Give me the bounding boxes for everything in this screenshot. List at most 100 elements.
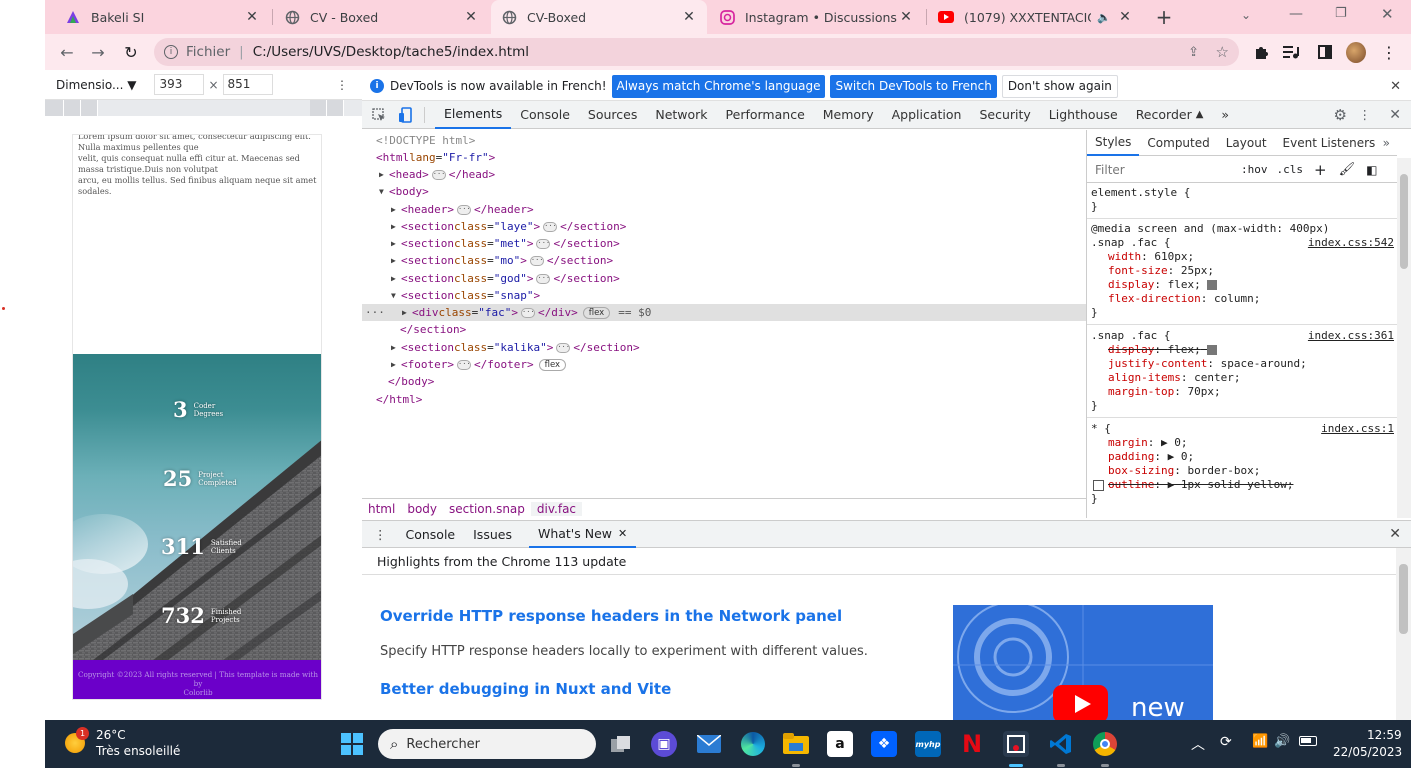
windows-start-icon[interactable] [341, 733, 363, 755]
tab-elements[interactable]: Elements [435, 101, 512, 129]
flex-badge[interactable]: flex [582, 306, 611, 319]
dom-section-kalika[interactable]: ▶ <section class = "kalika" > ··· </section> [391, 339, 640, 356]
dom-div-fac-selected[interactable]: ··· ▶ <div class = "fac" > ··· </div> flex == $0 [362, 304, 1086, 321]
source-link[interactable]: index.css:542 [1308, 236, 1394, 250]
tab-instagram[interactable]: Instagram • Discussions ✕ [709, 0, 924, 34]
tab-close-icon[interactable]: ✕ [1117, 9, 1133, 25]
close-window-icon[interactable]: ✕ [1381, 5, 1394, 23]
tab-application[interactable]: Application [883, 101, 971, 129]
close-devtools-icon[interactable]: ✕ [1389, 107, 1401, 123]
minimize-icon[interactable]: — [1289, 6, 1303, 22]
rule-universal[interactable]: * {index.css:1 margin: ▶ 0; padding: ▶ 0… [1087, 420, 1397, 510]
drawer-menu-icon[interactable]: ⋮ [374, 527, 387, 542]
tab-bakeli[interactable]: Bakeli SI ✕ [55, 0, 270, 34]
flex-editor-icon[interactable] [1207, 345, 1218, 355]
info-icon[interactable]: i [164, 45, 178, 59]
mail-icon[interactable] [696, 731, 722, 757]
share-icon[interactable]: ⇪ [1188, 45, 1199, 60]
dom-html-node[interactable]: <html lang = "Fr-fr" > [376, 149, 495, 166]
dropbox-icon[interactable]: ❖ [871, 731, 897, 757]
new-rule-plus-icon[interactable]: + [1314, 161, 1327, 179]
wifi-icon[interactable]: 📶 [1252, 734, 1268, 749]
rule-snap-fac[interactable]: .snap .fac {index.css:361 display: flex;… [1087, 327, 1397, 418]
netflix-icon[interactable]: N [959, 730, 985, 758]
dom-section-god[interactable]: ▶ <section class = "god" > ··· </section> [391, 270, 620, 287]
tab-youtube[interactable]: (1079) XXXTENTACION & 🔈 ✕ [928, 0, 1143, 34]
toggle-sidebar-icon[interactable]: ◧ [1366, 163, 1377, 177]
tab-close-icon[interactable]: ✕ [244, 9, 260, 25]
back-arrow-icon[interactable]: ← [57, 42, 77, 62]
dom-footer-node[interactable]: ▶ <footer> ··· </footer> flex [391, 356, 567, 373]
chrome-icon[interactable] [1092, 731, 1118, 757]
tab-close-icon[interactable]: ✕ [681, 9, 697, 25]
height-input[interactable]: 851 [222, 74, 273, 95]
tab-layout[interactable]: Layout [1218, 130, 1275, 156]
task-view-icon[interactable] [608, 731, 634, 757]
clock-date[interactable]: 22/05/2023 [1333, 745, 1402, 759]
dom-tree[interactable]: <!DOCTYPE html> <html lang = "Fr-fr" > ▶ <he… [362, 130, 1086, 496]
dom-section-laye[interactable]: ▶ <section class = "laye" > ··· </section> [391, 218, 626, 235]
dimensions-select[interactable]: Dimensio... ▼ [56, 78, 136, 92]
flex-badge[interactable]: flex [538, 358, 567, 371]
breadcrumb-section-snap[interactable]: section.snap [443, 502, 531, 516]
flex-editor-icon[interactable] [1207, 280, 1218, 290]
devtools-menu-icon[interactable]: ⋮ [1359, 107, 1372, 122]
source-link[interactable]: index.css:361 [1308, 329, 1394, 343]
tab-close-icon[interactable]: ✕ [898, 9, 914, 25]
tab-styles[interactable]: Styles [1087, 130, 1140, 156]
footer-colorlib-link[interactable]: Colorlib [73, 688, 321, 697]
volume-icon[interactable]: 🔊 [1274, 734, 1290, 749]
dom-body-end[interactable]: </body> [388, 373, 434, 390]
tab-search-chevron-icon[interactable]: ⌄ [1241, 8, 1251, 22]
tab-cv-boxed[interactable]: CV - Boxed ✕ [274, 0, 489, 34]
settings-gear-icon[interactable]: ⚙ [1334, 106, 1347, 124]
cls-toggle[interactable]: .cls [1277, 163, 1304, 176]
tab-event-listeners[interactable]: Event Listeners [1275, 130, 1384, 156]
snipping-tool-icon[interactable] [1003, 731, 1029, 757]
dont-show-again-button[interactable]: Don't show again [1001, 74, 1118, 98]
close-infobar-icon[interactable]: ✕ [1390, 79, 1401, 94]
switch-to-french-button[interactable]: Switch DevTools to French [830, 74, 997, 98]
close-drawer-icon[interactable]: ✕ [1389, 526, 1401, 542]
address-url[interactable]: C:/Users/UVS/Desktop/tache5/index.html [253, 44, 529, 60]
dom-html-end[interactable]: </html> [376, 391, 422, 408]
dom-header-node[interactable]: ▶ <header> ··· </header> [391, 201, 534, 218]
tab-lighthouse[interactable]: Lighthouse [1040, 101, 1127, 129]
tab-network[interactable]: Network [646, 101, 716, 129]
width-input[interactable]: 393 [154, 74, 205, 95]
drawer-scrollbar[interactable] [1396, 548, 1411, 720]
drawer-tab-console[interactable]: Console [397, 521, 465, 548]
device-toggle-icon[interactable] [398, 106, 414, 123]
drawer-tab-issues[interactable]: Issues [464, 521, 521, 548]
restore-icon[interactable]: ❐ [1335, 6, 1347, 21]
speaker-icon[interactable]: 🔈 [1097, 11, 1111, 24]
close-tab-icon[interactable]: ✕ [618, 527, 627, 540]
dom-head-node[interactable]: ▶ <head> ··· </head> [379, 166, 495, 183]
side-panel-icon[interactable] [1315, 42, 1335, 62]
tab-computed[interactable]: Computed [1139, 130, 1217, 156]
myhp-icon[interactable]: myhp [915, 731, 941, 757]
whats-new-link-nuxt[interactable]: Better debugging in Nuxt and Vite [380, 680, 671, 698]
taskbar-search-box[interactable]: ⌕ Rechercher [378, 729, 596, 759]
styles-scrollbar[interactable] [1397, 158, 1411, 518]
tab-close-icon[interactable]: ✕ [463, 9, 479, 25]
new-tab-button[interactable]: + [1153, 5, 1175, 29]
rule-element-style[interactable]: element.style { } [1087, 184, 1397, 219]
breadcrumb-html[interactable]: html [362, 502, 401, 516]
source-link[interactable]: index.css:1 [1321, 422, 1394, 436]
dom-section-met[interactable]: ▶ <section class = "met" > ··· </section> [391, 235, 620, 252]
edge-browser-icon[interactable] [740, 731, 766, 757]
battery-icon[interactable] [1299, 736, 1317, 746]
sync-icon[interactable]: ⟳ [1220, 734, 1232, 750]
dom-section-snap[interactable]: ▼ <section class = "snap" > [391, 287, 540, 304]
tab-security[interactable]: Security [970, 101, 1039, 129]
bookmark-star-icon[interactable]: ☆ [1216, 43, 1229, 61]
tab-recorder[interactable]: Recorder ▲ [1127, 101, 1213, 129]
tab-sources[interactable]: Sources [579, 101, 646, 129]
vscode-icon[interactable] [1048, 731, 1074, 757]
paint-brush-icon[interactable]: 🖌 [1339, 162, 1356, 177]
rule-media-snap-fac[interactable]: @media screen and (max-width: 400px) .sn… [1087, 220, 1397, 325]
weather-sun-icon[interactable]: 1 [65, 727, 89, 755]
drawer-tab-whats-new[interactable]: What's New ✕ [528, 521, 637, 548]
amazon-icon[interactable]: a [827, 731, 853, 757]
